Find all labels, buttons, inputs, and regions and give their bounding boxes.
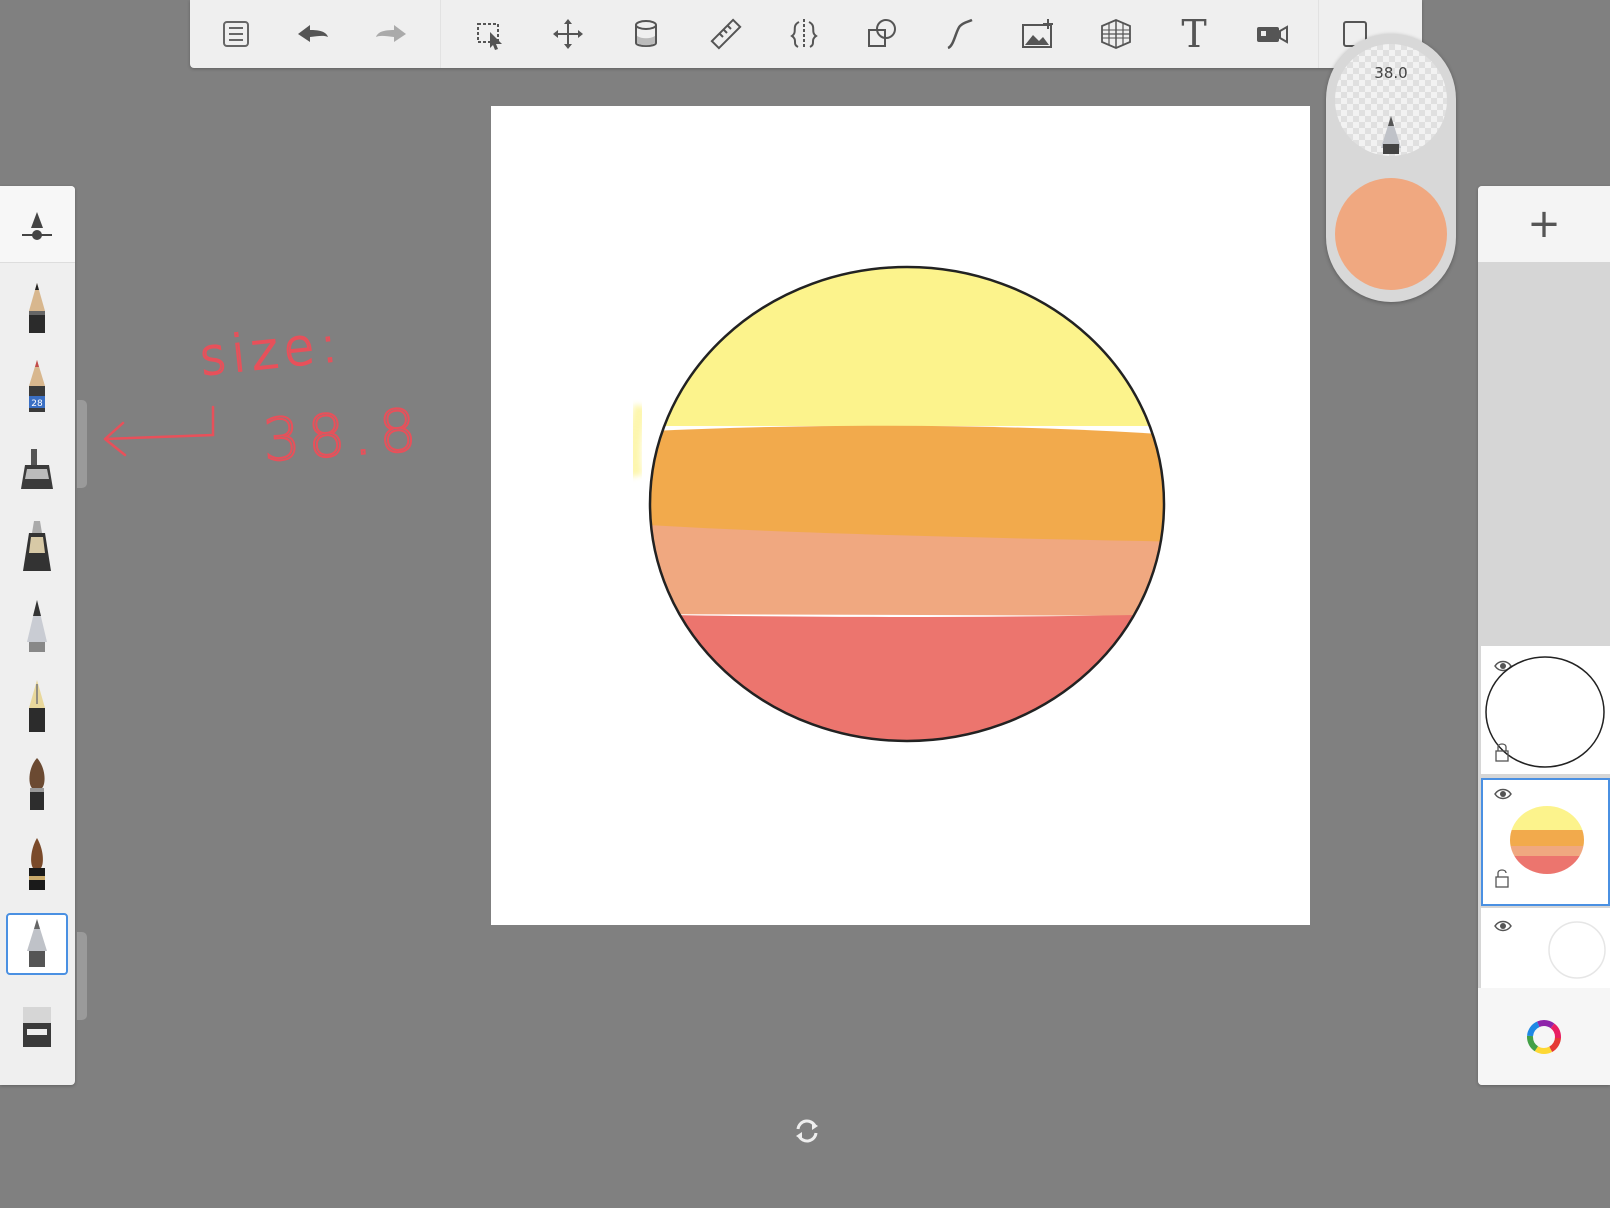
paint-brush-icon (29, 758, 45, 810)
add-image-icon[interactable] (1014, 10, 1062, 58)
felt-tip-brush[interactable] (6, 595, 68, 657)
selection-icon[interactable] (466, 10, 514, 58)
text-icon-glyph: T (1181, 12, 1207, 56)
brush-pen-brush[interactable] (6, 833, 68, 895)
handwritten-annotation: size: 38.8 (95, 313, 455, 476)
eraser-brush[interactable] (6, 995, 68, 1057)
ink-pen-brush[interactable] (6, 515, 68, 577)
menu-icon[interactable] (212, 10, 260, 58)
color-editor-button[interactable] (1478, 988, 1610, 1085)
add-layer-button[interactable]: + (1478, 186, 1610, 262)
perspective-icon[interactable] (1092, 10, 1140, 58)
pencil-28-icon: 28 (29, 360, 45, 412)
plus-icon: + (1527, 201, 1561, 247)
shapes-icon[interactable] (858, 10, 906, 58)
fountain-pen-brush[interactable] (6, 675, 68, 737)
eraser-icon (23, 1007, 51, 1047)
layer-background-thumbnail (1548, 921, 1606, 979)
pencil-28-brush[interactable]: 28 (6, 355, 68, 417)
brush-properties-icon (22, 212, 52, 240)
curve-icon[interactable] (936, 10, 984, 58)
layers-panel: + (1478, 186, 1610, 1085)
annotation-arrow (103, 405, 215, 457)
artwork (626, 265, 1166, 743)
brush-pen-icon (29, 838, 45, 890)
top-toolbar: T (190, 0, 1422, 68)
layer-color[interactable] (1481, 778, 1610, 906)
eye-icon[interactable] (1494, 788, 1512, 800)
brush-size-control[interactable]: 38.0 (1335, 44, 1447, 156)
symmetry-icon[interactable] (780, 10, 828, 58)
airbrush-brush[interactable] (6, 913, 68, 975)
brush-puck[interactable]: 38.0 (1326, 34, 1456, 302)
paint-brush[interactable] (6, 753, 68, 815)
layer-outline[interactable] (1481, 646, 1610, 774)
redo-icon[interactable] (368, 10, 416, 58)
annotation-size-value: 38.8 (261, 396, 426, 475)
record-icon[interactable] (1248, 10, 1296, 58)
eye-icon[interactable] (1494, 920, 1512, 932)
rotate-reset-icon[interactable] (792, 1116, 822, 1146)
layer-color-thumbnail (1510, 806, 1584, 874)
lock-icon[interactable] (1495, 869, 1509, 888)
color-wheel-icon (1527, 1019, 1561, 1054)
yellow-band (650, 267, 1164, 426)
current-color-swatch[interactable] (1335, 178, 1447, 290)
transform-icon[interactable] (544, 10, 592, 58)
red-band (650, 614, 1164, 741)
ruler-icon[interactable] (702, 10, 750, 58)
text-icon[interactable]: T (1170, 10, 1218, 58)
layer-background[interactable] (1481, 908, 1610, 988)
airbrush-icon (27, 919, 47, 967)
orange-band (650, 425, 1164, 544)
ink-pen-icon (23, 521, 51, 571)
brush-panel-grip-top[interactable] (77, 400, 87, 488)
marker-brush[interactable] (6, 437, 68, 499)
pencil-brush[interactable] (6, 277, 68, 339)
brush-properties-button[interactable] (0, 186, 75, 263)
pencil-28-badge: 28 (31, 399, 43, 409)
fountain-pen-icon (29, 680, 45, 732)
felt-tip-icon (27, 600, 47, 652)
airbrush-preview-icon (1381, 116, 1401, 154)
marker-icon (21, 449, 53, 489)
annotation-size-label: size: (197, 315, 346, 387)
undo-icon[interactable] (288, 10, 336, 58)
pencil-icon (29, 283, 45, 333)
drawing-canvas[interactable] (491, 106, 1310, 925)
fill-icon[interactable] (622, 10, 670, 58)
brush-panel-grip-bottom[interactable] (77, 932, 87, 1020)
brush-palette: 28 (0, 186, 75, 1085)
